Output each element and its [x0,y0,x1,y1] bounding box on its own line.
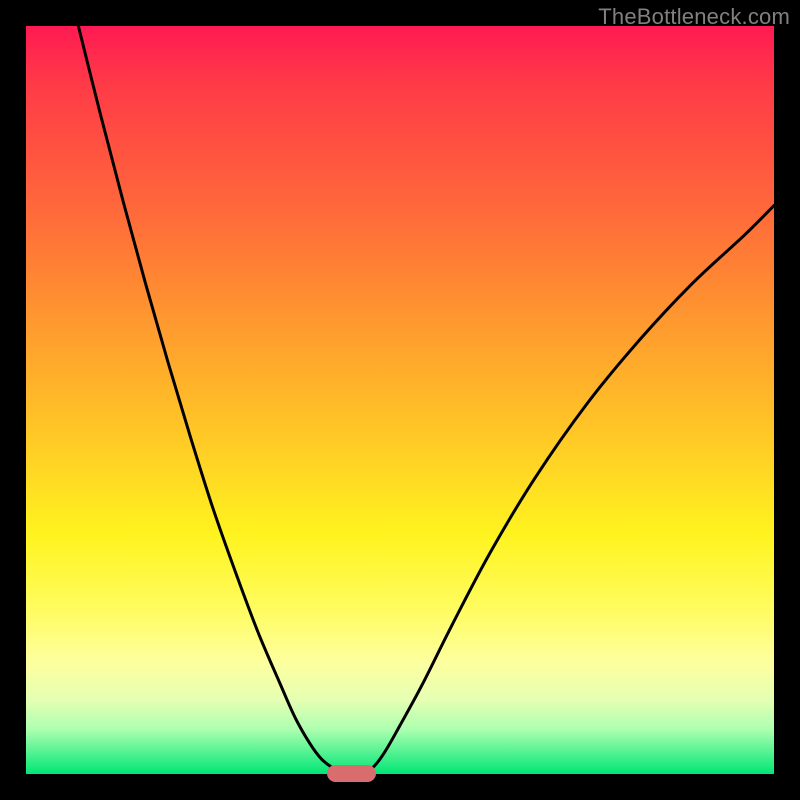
bottleneck-curve [26,26,774,774]
watermark-text: TheBottleneck.com [598,4,790,30]
curve-left-branch [78,26,340,774]
curve-right-branch [363,206,774,774]
minimum-marker [327,765,376,782]
plot-area [26,26,774,774]
